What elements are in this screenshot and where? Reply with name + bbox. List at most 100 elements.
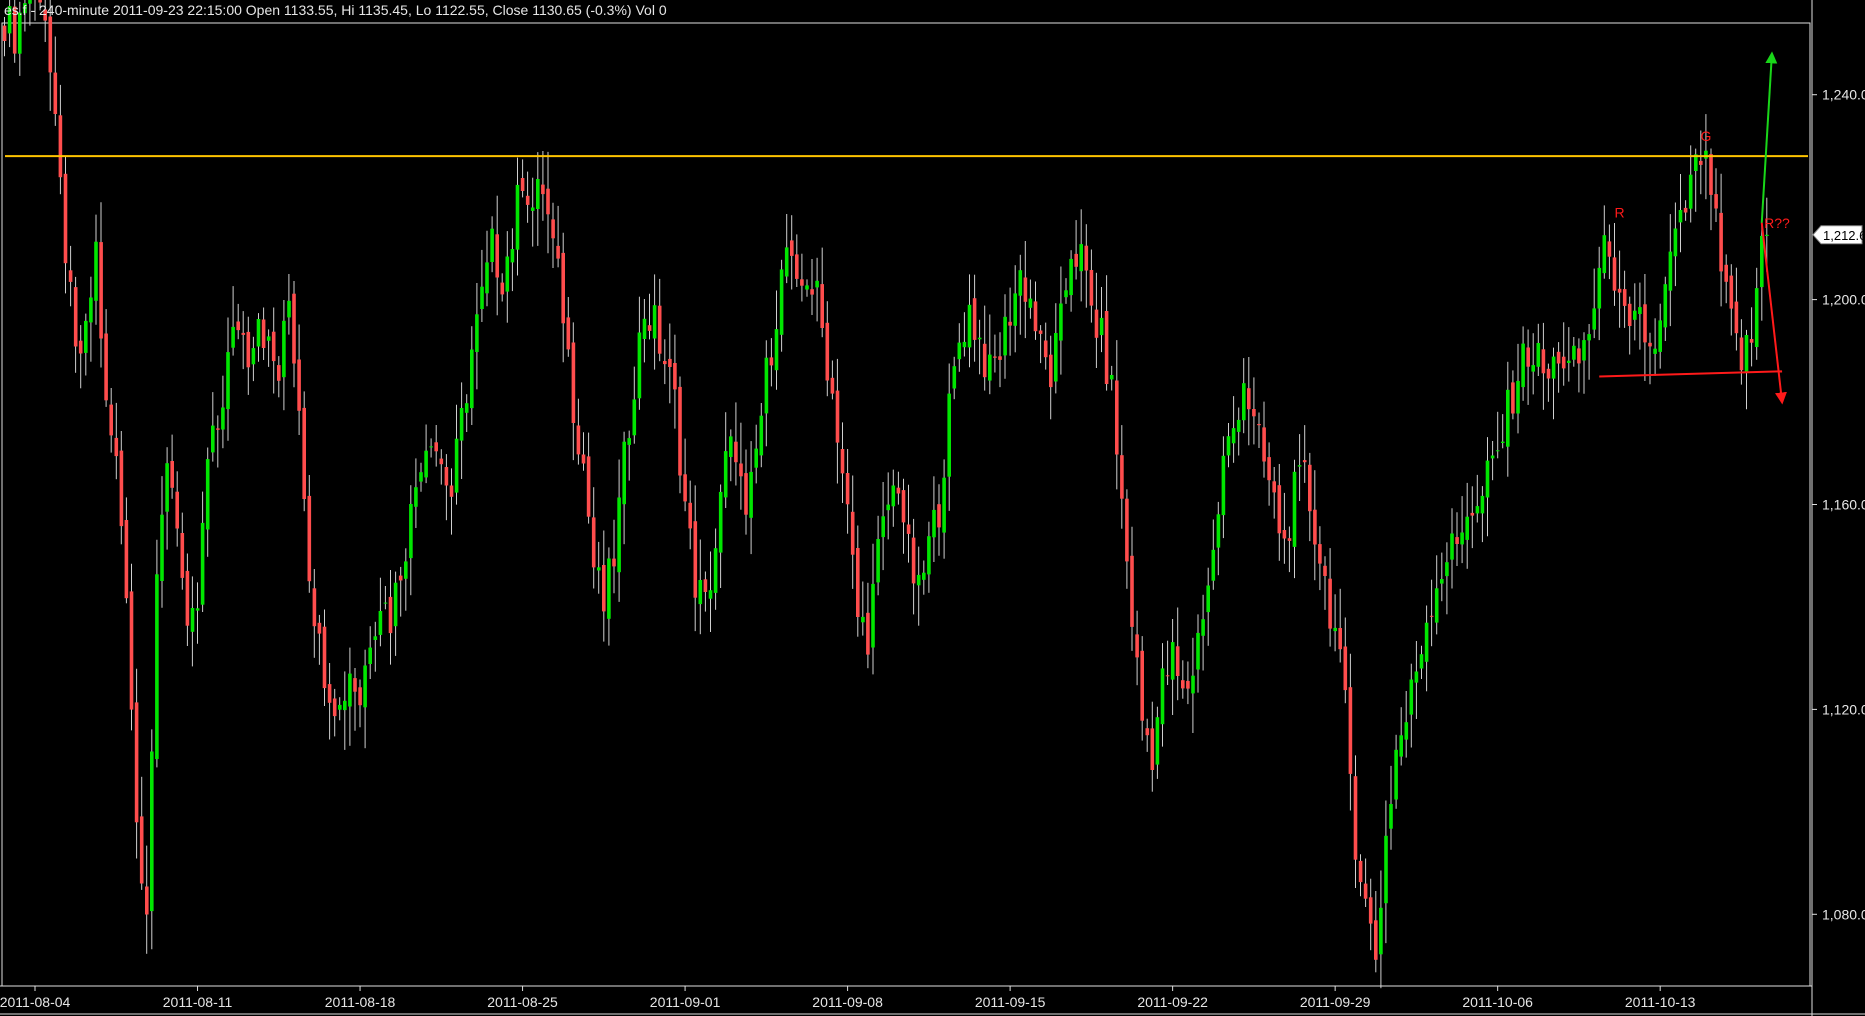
candle — [810, 259, 814, 315]
candle — [566, 297, 571, 357]
candle-body-down — [683, 474, 687, 502]
candle — [429, 438, 433, 458]
candle-body-down — [998, 356, 1002, 360]
candle — [266, 329, 271, 367]
candle-body-up — [1384, 835, 1388, 904]
candle — [581, 432, 586, 471]
candle-body-up — [475, 314, 479, 352]
candle — [1475, 474, 1480, 523]
candle — [886, 472, 890, 540]
candle-body-down — [571, 342, 576, 423]
candle — [602, 530, 606, 642]
candle — [1236, 407, 1241, 456]
candle — [845, 449, 850, 534]
candle-body-up — [1521, 343, 1525, 388]
candle — [1465, 482, 1469, 569]
candle-body-down — [982, 343, 987, 378]
candle — [734, 402, 738, 486]
candle-body-down — [678, 386, 682, 476]
candle-body-down — [866, 612, 870, 655]
candle — [642, 299, 647, 363]
candle-body-up — [779, 269, 784, 335]
candle — [1308, 452, 1312, 542]
candle-body-up — [287, 300, 291, 318]
candle-body-up — [373, 636, 378, 640]
candle — [754, 424, 758, 484]
x-tick-label: 2011-08-04 — [0, 994, 71, 1010]
candle-body-up — [1572, 345, 1576, 360]
candle-body-down — [302, 407, 306, 499]
candle-body-up — [617, 497, 621, 573]
candle — [1394, 734, 1398, 809]
candle — [739, 422, 743, 510]
candle — [297, 324, 301, 435]
candle-body-down — [1612, 257, 1617, 291]
candle — [1099, 287, 1104, 353]
neckline-line[interactable] — [1599, 370, 1783, 378]
candle-body-down — [398, 575, 403, 581]
candle-body-down — [1709, 154, 1713, 195]
candle — [1485, 437, 1490, 537]
candle — [139, 776, 144, 890]
candle — [261, 307, 266, 360]
candle-body-up — [1216, 514, 1221, 548]
candle — [901, 478, 906, 554]
candle-body-up — [429, 446, 433, 448]
candle — [195, 582, 200, 644]
candle-body-down — [1714, 194, 1718, 209]
candle-body-up — [470, 349, 474, 409]
candle-body-down — [1313, 509, 1317, 545]
bullish-arrow[interactable] — [1760, 51, 1778, 223]
candle — [475, 283, 479, 390]
candle — [170, 434, 174, 499]
candle — [1267, 442, 1271, 506]
candle-body-up — [1099, 317, 1104, 336]
candle-body-up — [861, 616, 865, 623]
candle-body-down — [1074, 253, 1078, 267]
candle-body-down — [114, 437, 119, 457]
candle — [1191, 637, 1195, 733]
candle — [1607, 224, 1612, 280]
candle-body-down — [1719, 212, 1723, 272]
candle — [942, 459, 946, 559]
candle — [1368, 878, 1373, 951]
candle-body-up — [282, 320, 286, 378]
candle — [63, 155, 68, 294]
candle-body-up — [962, 341, 967, 348]
candle — [1358, 854, 1363, 897]
candle-body-down — [277, 365, 281, 381]
candle — [530, 177, 535, 247]
candle-body-up — [505, 256, 510, 292]
candle-body-down — [602, 565, 606, 612]
candle-body-up — [1582, 340, 1586, 361]
candle — [1495, 411, 1500, 459]
candle — [94, 214, 98, 325]
candle-body-up — [1211, 549, 1216, 581]
candlestick-chart[interactable]: R G R?? 1,240.0 1,200.0 1,160.0 1,120.0 1,080.… — [0, 0, 1865, 1016]
candle-body-up — [698, 580, 703, 605]
candle-body-down — [170, 461, 174, 488]
candle-body-up — [1587, 334, 1591, 341]
candle — [1450, 508, 1454, 589]
y-tick-label: 1,200.0 — [1822, 292, 1865, 308]
candle — [1414, 641, 1419, 719]
candle — [449, 468, 454, 535]
candle-body-up — [1531, 365, 1535, 372]
candle-body-down — [73, 287, 78, 347]
candle-body-up — [200, 522, 205, 605]
candle-body-up — [916, 574, 921, 586]
candle — [632, 366, 637, 444]
candle-body-down — [449, 485, 454, 497]
bearish-arrow[interactable] — [1760, 222, 1787, 405]
candle — [1094, 272, 1099, 368]
candle-body-up — [1226, 436, 1231, 456]
x-tick-label: 2011-09-08 — [812, 994, 883, 1010]
candle — [155, 539, 159, 768]
candle-body-up — [1003, 316, 1007, 356]
candle-body-up — [1201, 619, 1205, 636]
candle-body-down — [261, 319, 266, 348]
candle-body-up — [1597, 267, 1602, 309]
candle-body-down — [668, 358, 672, 367]
candle — [947, 363, 951, 511]
candle — [688, 480, 692, 550]
